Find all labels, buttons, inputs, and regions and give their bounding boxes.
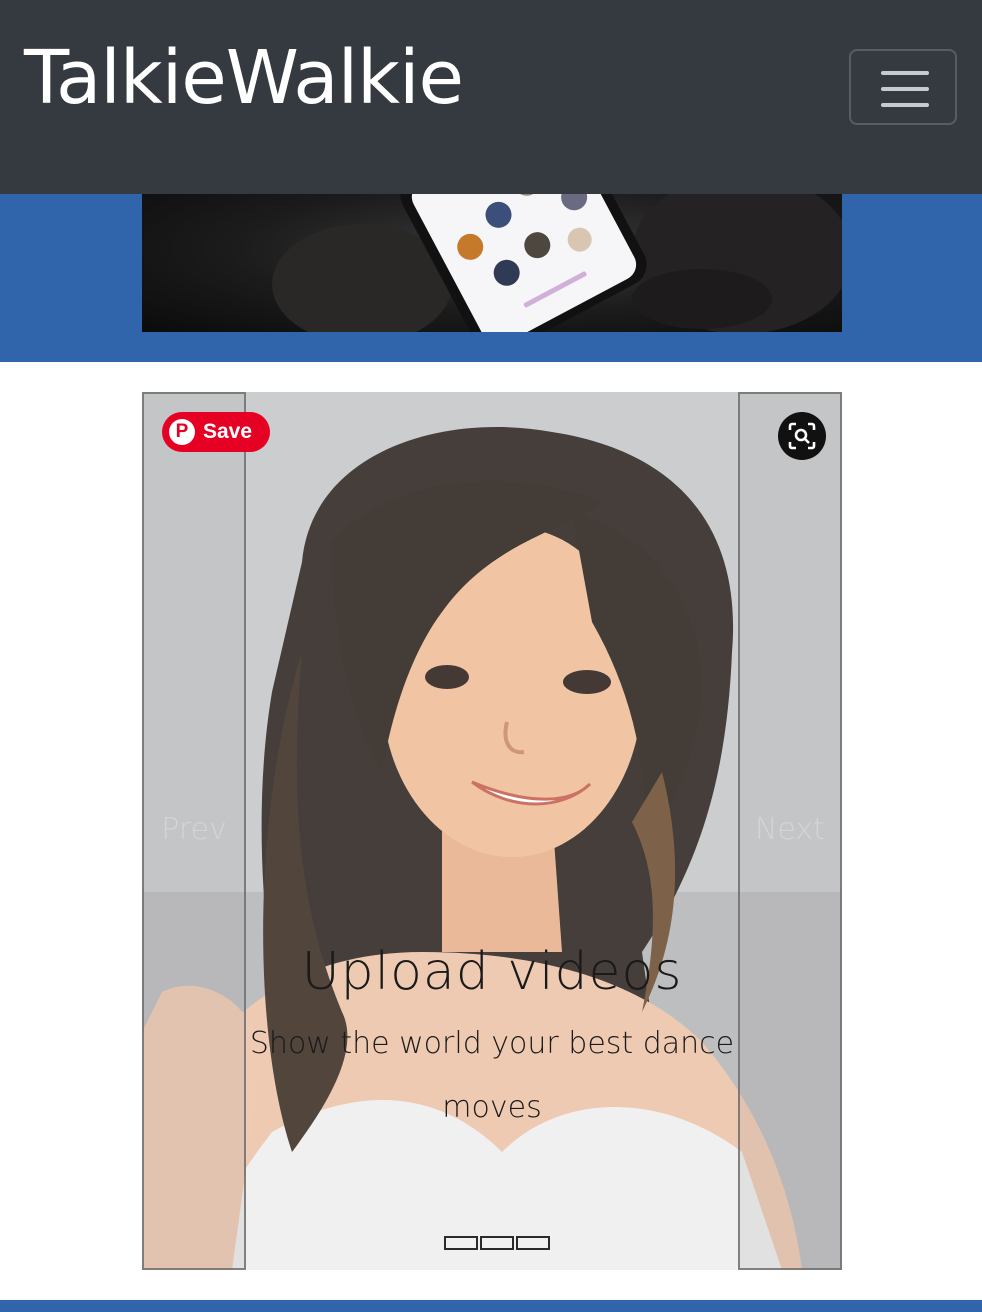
caption-text: Show the world your best dance moves (249, 1026, 735, 1125)
pinterest-save-button[interactable]: P Save (162, 412, 270, 452)
hero-image (142, 194, 842, 332)
carousel-indicators (444, 1236, 550, 1250)
carousel: Prev Next Upload videos Show the world y… (142, 392, 842, 1270)
carousel-prev-button[interactable]: Prev (142, 392, 246, 1270)
carousel-caption: Upload videos Show the world your best d… (242, 942, 742, 1140)
carousel-indicator-3[interactable] (516, 1236, 550, 1250)
caption-title: Upload videos (301, 942, 683, 1002)
brand-logo[interactable]: TalkieWalkie (24, 37, 464, 119)
navbar: TalkieWalkie (0, 0, 982, 194)
navbar-toggler-button[interactable] (849, 49, 957, 125)
hamburger-menu-icon (881, 71, 929, 75)
phone-contacts-illustration (272, 194, 842, 332)
footer-band (0, 1300, 982, 1312)
hamburger-menu-icon-bar (881, 87, 929, 91)
carousel-next-label: Next (755, 812, 825, 847)
carousel-next-button[interactable]: Next (738, 392, 842, 1270)
visual-search-icon (788, 422, 816, 450)
pinterest-icon: P (169, 419, 195, 445)
hamburger-menu-icon-bar (881, 103, 929, 107)
carousel-prev-label: Prev (161, 812, 227, 847)
carousel-indicator-1[interactable] (444, 1236, 478, 1250)
save-label: Save (203, 420, 253, 443)
visual-search-button[interactable] (778, 412, 826, 460)
carousel-indicator-2[interactable] (480, 1236, 514, 1250)
